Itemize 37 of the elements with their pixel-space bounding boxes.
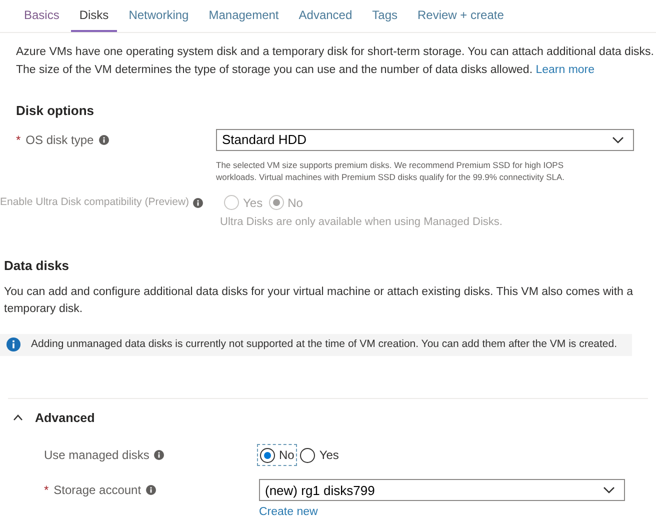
dropdown[interactable]: Standard HDD <box>216 128 634 150</box>
description-text: You can add and configure additional data disks for your virtual machine or attach existing disks. This VM also comes with a temporary disk. <box>4 284 634 316</box>
tab[interactable]: Disks <box>71 0 117 32</box>
radio-option[interactable]: No <box>258 445 296 466</box>
hint-text: Ultra Disks are only available when using Managed Disks. <box>220 214 504 230</box>
caret-up-icon <box>13 414 23 422</box>
learn-more-link[interactable]: Learn more <box>536 64 595 76</box>
dropdown[interactable]: (new) rg1 disks799 <box>259 479 625 502</box>
field-label: OS disk type <box>26 132 94 148</box>
tab[interactable]: Advanced <box>290 0 360 32</box>
required-mark: * <box>16 132 21 148</box>
section-heading: Disk options <box>16 102 96 120</box>
tab[interactable]: Review + create <box>410 0 512 32</box>
intro-text: Azure VMs have one operating system disk and a temporary disk for short-term storage. You can attach additional data disks. The size of the VM determines the type of storage you can use and the number of data disks allowed. Learn more <box>16 45 655 78</box>
hint-text: The selected VM size supports premium disks. We recommend Premium SSD for high IOPS workloads. Virtual machines with Premium SSD disks qualify for the 99.9% connectivity SLA. <box>216 158 566 182</box>
radio-option[interactable]: Yes <box>298 445 341 466</box>
chevron-down-icon <box>603 486 615 494</box>
info-icon <box>146 485 156 496</box>
tab[interactable]: Tags <box>364 0 406 32</box>
info-icon <box>98 134 109 144</box>
radio-option: No <box>266 192 305 212</box>
tab[interactable]: Networking <box>120 0 197 32</box>
field-label: Use managed disks <box>44 447 150 464</box>
field-label: Storage account <box>54 482 142 500</box>
section-toggle[interactable]: Advanced <box>13 408 95 428</box>
create-new-link[interactable]: Create new <box>259 504 318 522</box>
tab[interactable]: Management <box>200 0 287 32</box>
info-icon <box>6 337 21 352</box>
field-label: Enable Ultra Disk compatibility (Preview) <box>0 194 190 210</box>
info-icon <box>154 450 164 460</box>
tab[interactable]: Basics <box>16 0 68 32</box>
chevron-down-icon <box>612 136 624 144</box>
section-heading: Data disks <box>4 257 70 275</box>
radio-option: Yes <box>222 192 265 212</box>
required-mark: * <box>44 482 49 500</box>
info-icon <box>193 198 204 208</box>
info-message: Adding unmanaged data disks is currently not supported at the time of VM creation. You can add them after the VM is created. <box>31 336 618 352</box>
